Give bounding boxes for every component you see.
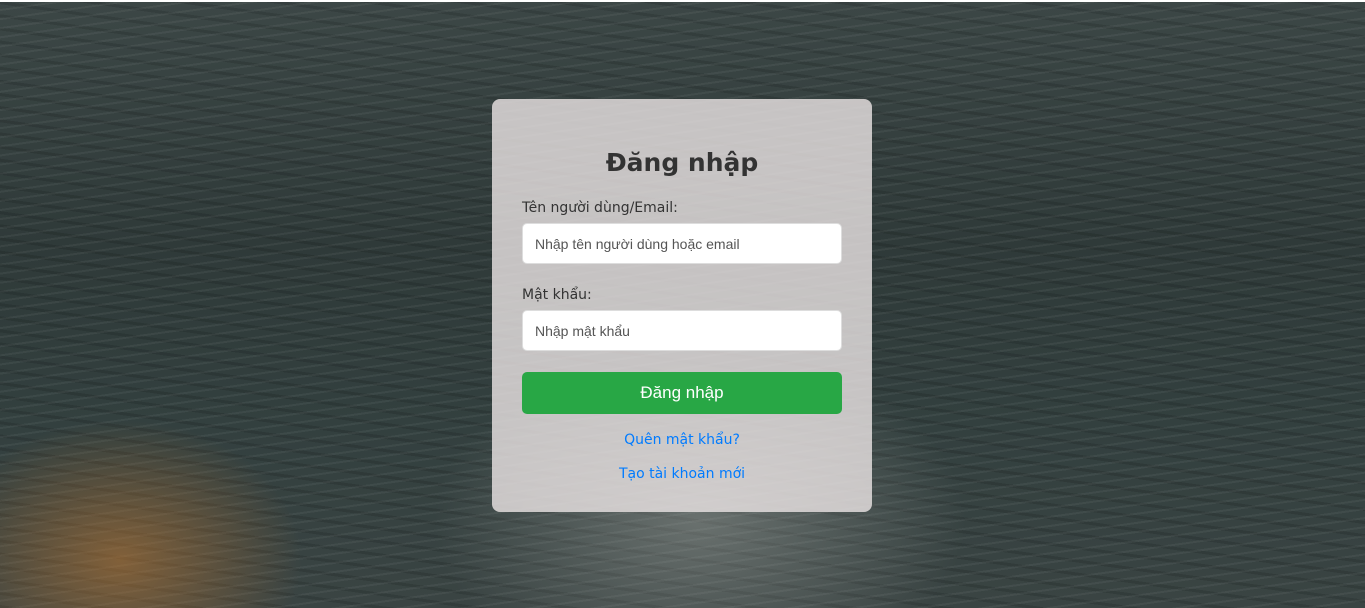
login-button[interactable]: Đăng nhập: [522, 372, 842, 414]
login-title: Đăng nhập: [605, 148, 759, 177]
top-border: [0, 0, 1365, 2]
create-account-link[interactable]: Tạo tài khoản mới: [492, 465, 872, 483]
forgot-password-link[interactable]: Quên mật khẩu?: [492, 431, 872, 449]
username-label: Tên người dùng/Email:: [522, 200, 678, 216]
username-input[interactable]: [522, 223, 842, 264]
password-label: Mật khẩu:: [522, 287, 592, 303]
login-card: Đăng nhập Tên người dùng/Email: Mật khẩu…: [492, 99, 872, 512]
password-input[interactable]: [522, 310, 842, 351]
